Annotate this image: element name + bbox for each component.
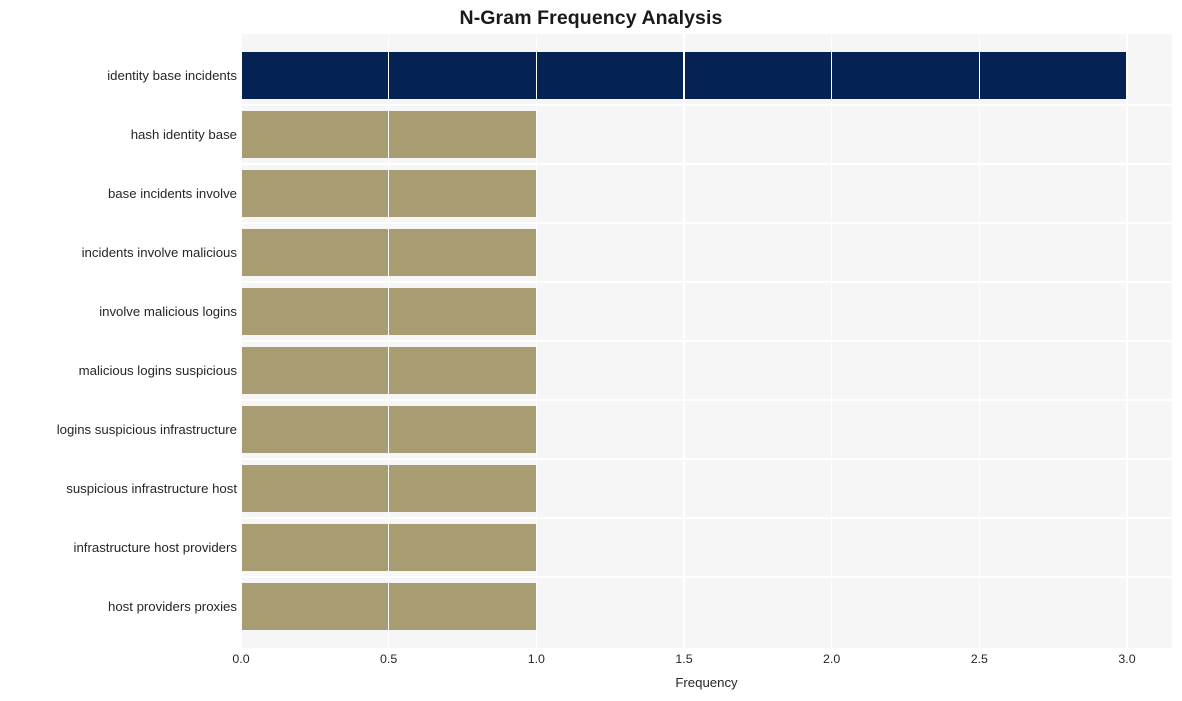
- x-axis-tick-label: 1.5: [675, 652, 693, 666]
- y-axis-tick-label: malicious logins suspicious: [78, 362, 237, 378]
- x-axis-title: Frequency: [675, 675, 738, 690]
- x-axis-tick-labels: 0.0 0.5 1.0 1.5 2.0 2.5 3.0: [232, 652, 1172, 672]
- chart-figure: N-Gram Frequency Analysis identity base …: [0, 0, 1182, 701]
- x-axis-tick-label: 0.0: [232, 652, 250, 666]
- gridline-horizontal: [241, 399, 1172, 401]
- gridline-horizontal: [241, 576, 1172, 578]
- y-axis-tick-label: host providers proxies: [107, 598, 237, 614]
- gridline-horizontal: [241, 517, 1172, 519]
- y-axis-tick-label: infrastructure host providers: [73, 539, 237, 555]
- gridline-horizontal: [241, 458, 1172, 460]
- x-axis-tick-label: 2.5: [970, 652, 988, 666]
- x-axis-tick-label: 1.0: [527, 652, 545, 666]
- y-axis-tick-label: identity base incidents: [107, 67, 237, 83]
- y-axis-tick-label: base incidents involve: [107, 185, 237, 201]
- gridline-horizontal: [241, 104, 1172, 106]
- plot-area: [241, 34, 1172, 648]
- y-axis-tick-label: hash identity base: [130, 126, 237, 142]
- x-axis-tick-label: 2.0: [823, 652, 841, 666]
- y-axis-tick-label: logins suspicious infrastructure: [56, 421, 237, 437]
- y-axis-tick-label: involve malicious logins: [99, 303, 237, 319]
- y-axis-tick-label: incidents involve malicious: [81, 244, 237, 260]
- gridline-horizontal: [241, 163, 1172, 165]
- chart-title: N-Gram Frequency Analysis: [459, 7, 723, 29]
- x-axis-tick-label: 0.5: [380, 652, 398, 666]
- x-axis-tick-label: 3.0: [1118, 652, 1136, 666]
- y-axis-tick-labels: identity base incidents hash identity bas…: [0, 34, 237, 648]
- gridline-horizontal: [241, 222, 1172, 224]
- gridline-horizontal: [241, 340, 1172, 342]
- gridline-horizontal: [241, 281, 1172, 283]
- y-axis-tick-label: suspicious infrastructure host: [66, 480, 237, 496]
